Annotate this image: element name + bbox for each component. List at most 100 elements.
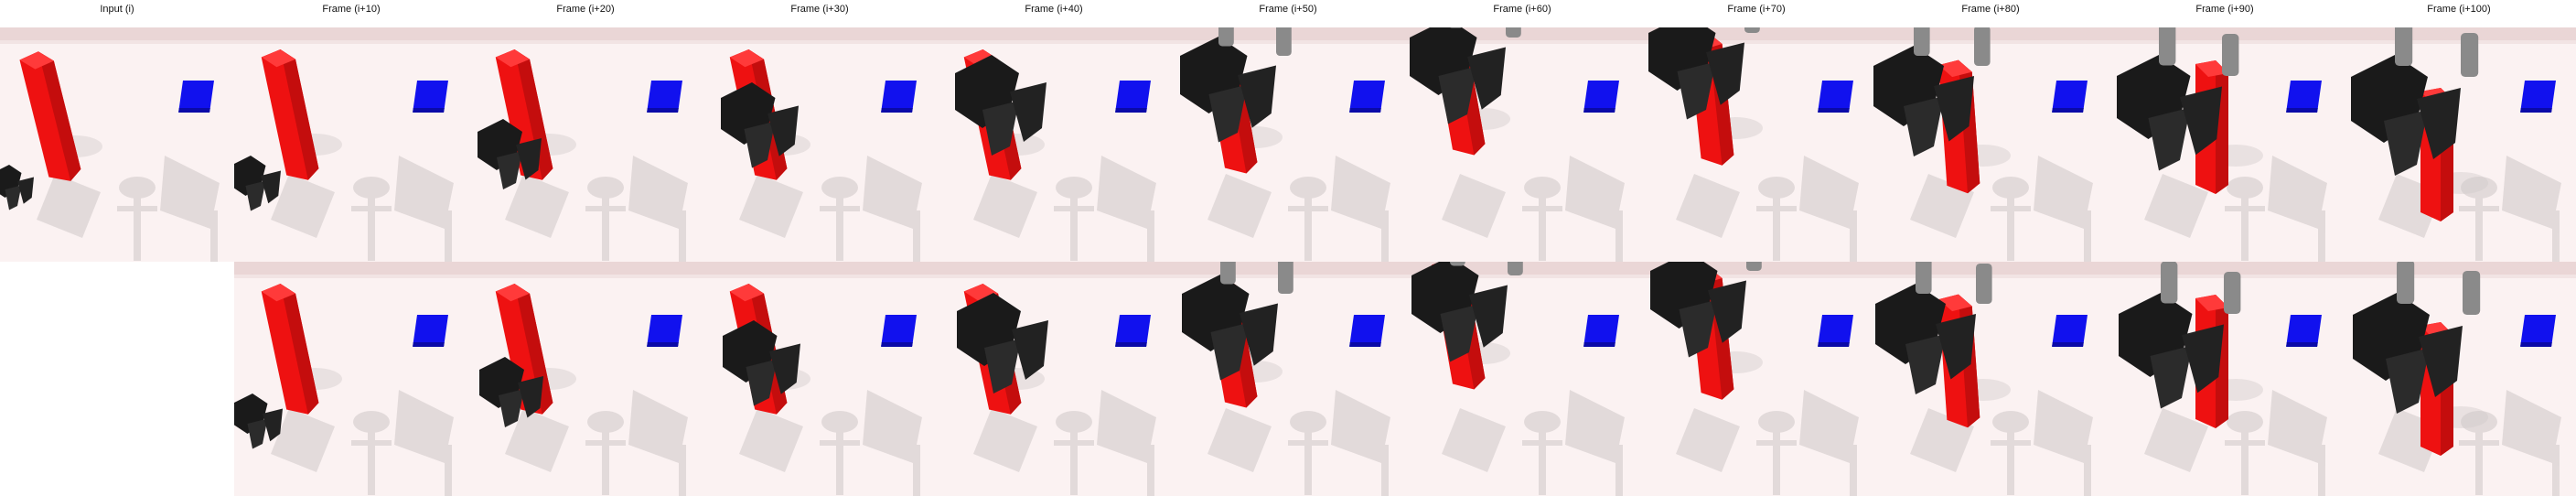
blue-block xyxy=(1583,81,1619,113)
scene-image xyxy=(468,27,703,262)
blue-block xyxy=(647,81,682,113)
scene-image xyxy=(1639,27,1873,262)
blue-block-face xyxy=(647,315,682,346)
column-title-frame-60: Frame (i+60) xyxy=(1493,4,1551,15)
blue-block-face xyxy=(413,315,448,346)
ground-truth-frame-4 xyxy=(937,27,1171,262)
predicted-frame-3 xyxy=(703,262,937,496)
predicted-frame-6 xyxy=(1405,262,1639,496)
wall-edge xyxy=(703,275,937,278)
blue-block xyxy=(881,81,917,113)
column-title-frame-30: Frame (i+30) xyxy=(790,4,849,15)
shadow-blob xyxy=(353,177,390,199)
blank-cell xyxy=(0,262,234,496)
blue-block xyxy=(2052,81,2088,113)
shadow-bar xyxy=(1522,206,1562,211)
blue-block xyxy=(2286,81,2322,113)
shadow-bar xyxy=(1288,440,1328,446)
scene-image xyxy=(2342,27,2576,262)
scene-image xyxy=(2108,27,2342,262)
frame-sequence-figure: Input (i) Frame (i+10) Frame (i+20) Fram… xyxy=(0,0,2576,496)
shadow-bar xyxy=(585,440,626,446)
scene-image xyxy=(1873,27,2108,262)
shadow-post-2 xyxy=(1850,210,1857,262)
shadow-blob xyxy=(1056,411,1092,433)
shadow-bar xyxy=(2459,206,2499,211)
robot-pad-right xyxy=(2222,34,2239,76)
shadow-blob xyxy=(1758,177,1795,199)
ground-truth-frame-2 xyxy=(468,27,703,262)
shadow-blob xyxy=(1524,177,1561,199)
column-title-input: Input (i) xyxy=(100,4,134,15)
robot-pad-right xyxy=(1974,27,1991,66)
shadow-post-2 xyxy=(2552,445,2560,496)
shadow-post-2 xyxy=(2318,445,2325,496)
robot-pad-left xyxy=(1916,262,1932,294)
blue-block xyxy=(178,81,214,113)
scene-image xyxy=(468,262,703,496)
shadow-bar xyxy=(1756,440,1797,446)
ground-truth-frame-10 xyxy=(2342,27,2576,262)
shadow-post-2 xyxy=(2084,210,2091,262)
ground-truth-frame-0 xyxy=(0,27,234,262)
scene-image xyxy=(703,262,937,496)
column-title-frame-90: Frame (i+90) xyxy=(2195,4,2254,15)
back-wall xyxy=(0,27,234,40)
shadow-blob xyxy=(353,411,390,433)
shadow-bar xyxy=(820,440,860,446)
ground-truth-frame-5 xyxy=(1171,27,1405,262)
scene-image xyxy=(234,27,468,262)
blue-block-side xyxy=(1583,108,1615,113)
shadow-blob xyxy=(119,177,156,199)
shadow-bar xyxy=(351,206,392,211)
blue-block-face xyxy=(881,315,917,346)
shadow-bar xyxy=(1991,206,2031,211)
blue-block xyxy=(2520,315,2556,347)
back-wall xyxy=(937,262,1171,275)
blue-block-face xyxy=(1583,315,1619,346)
predicted-frame-2 xyxy=(468,262,703,496)
blue-block xyxy=(2286,315,2322,347)
shadow-bar xyxy=(1991,440,2031,446)
wall-edge xyxy=(234,275,468,278)
shadow-blob xyxy=(821,411,858,433)
robot-pad-right xyxy=(1744,27,1760,33)
scene-image xyxy=(937,262,1171,496)
scene-background xyxy=(2342,27,2576,262)
blue-block-face xyxy=(881,81,917,112)
ground-truth-frame-7 xyxy=(1639,27,1873,262)
back-wall xyxy=(703,262,937,275)
robot-pad-right xyxy=(1506,27,1521,38)
ground-truth-frame-3 xyxy=(703,27,937,262)
shadow-post-2 xyxy=(913,445,920,496)
shadow-post-2 xyxy=(913,210,920,262)
shadow-post-2 xyxy=(445,210,452,262)
scene-image xyxy=(1639,262,1873,496)
robot-pad-right xyxy=(2461,33,2479,77)
shadow-post-2 xyxy=(1147,445,1154,496)
ground-truth-frame-8 xyxy=(1873,27,2108,262)
shadow-bar xyxy=(117,206,157,211)
predicted-frame-4 xyxy=(937,262,1171,496)
shadow-post-2 xyxy=(1615,445,1623,496)
shadow-bar xyxy=(351,440,392,446)
blue-block-face xyxy=(2520,315,2556,346)
scene-image xyxy=(703,27,937,262)
column-title-frame-20: Frame (i+20) xyxy=(556,4,615,15)
blue-block-side xyxy=(413,342,445,347)
scene-image xyxy=(234,262,468,496)
blue-block-face xyxy=(647,81,682,112)
blue-block-face xyxy=(1115,81,1151,112)
shadow-blob xyxy=(1758,411,1795,433)
scene-image xyxy=(1171,262,1405,496)
shadow-blob xyxy=(1524,411,1561,433)
scene-image xyxy=(0,27,234,262)
blue-block xyxy=(413,81,448,113)
shadow-bar xyxy=(2225,206,2265,211)
blue-block-side xyxy=(2286,342,2318,347)
blue-block-face xyxy=(2286,315,2322,346)
wall-edge xyxy=(234,40,468,44)
column-title-frame-40: Frame (i+40) xyxy=(1025,4,1083,15)
shadow-blob xyxy=(1992,177,2029,199)
back-wall xyxy=(2342,262,2576,275)
